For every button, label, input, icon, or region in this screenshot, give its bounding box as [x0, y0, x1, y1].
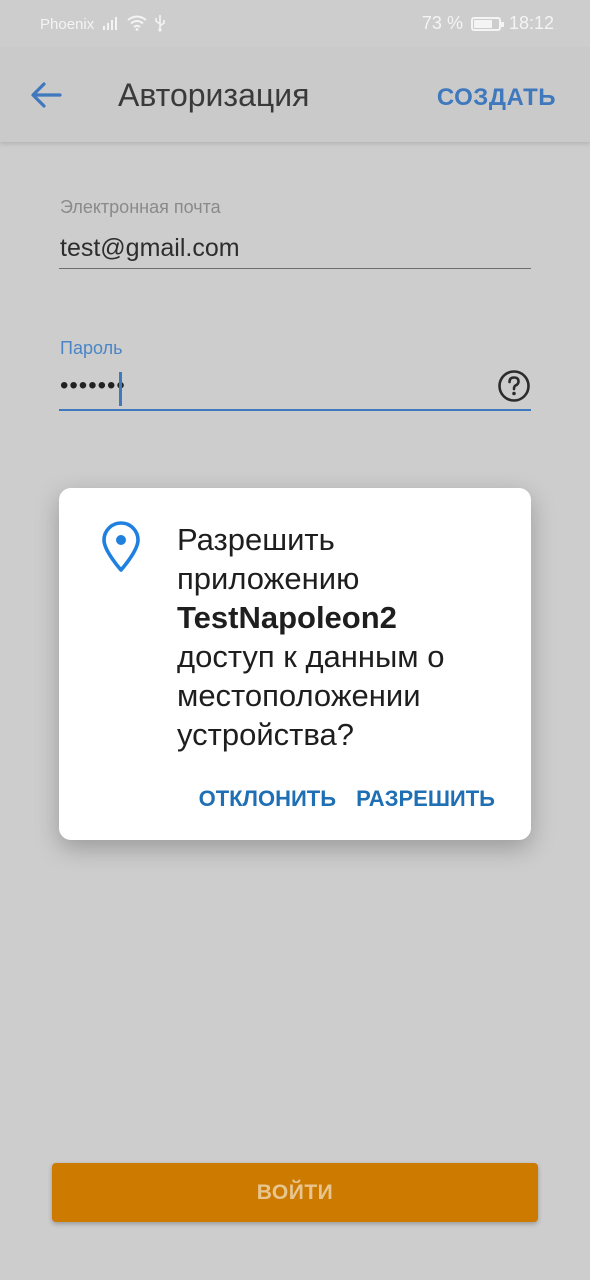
email-field-label: Электронная почта — [60, 197, 221, 217]
status-bar: Phoenix 73 % 18:12 — [0, 0, 590, 48]
signal-icon — [103, 17, 117, 30]
battery-level-fill — [473, 19, 492, 28]
email-field-underline — [59, 268, 531, 269]
page-title: Авторизация — [118, 77, 310, 113]
status-icons — [102, 14, 166, 32]
create-account-button[interactable]: СОЗДАТЬ — [437, 84, 556, 112]
battery-percent: 73 % — [421, 13, 463, 33]
dialog-actions: ОТКЛОНИТЬ РАЗРЕШИТЬ — [199, 786, 495, 812]
app-bar: Авторизация СОЗДАТЬ — [0, 48, 590, 142]
battery-charging-icon — [470, 16, 504, 31]
location-permission-dialog: Разрешить приложению TestNapoleon2 досту… — [59, 488, 531, 840]
password-field[interactable]: ••••••• — [60, 372, 126, 400]
dialog-message-prefix: Разрешить приложению — [177, 522, 360, 596]
clock: 18:12 — [508, 13, 554, 33]
help-circle-icon[interactable] — [497, 369, 531, 403]
wifi-icon — [127, 15, 147, 31]
password-field-underline — [59, 409, 531, 411]
email-field[interactable]: test@gmail.com — [60, 234, 240, 263]
status-right: 73 % 18:12 — [422, 13, 554, 34]
login-button[interactable]: ВОЙТИ — [52, 1163, 538, 1222]
dialog-message-suffix: доступ к данным о местоположении устройс… — [177, 639, 445, 752]
text-caret — [119, 372, 122, 406]
location-pin-icon — [102, 521, 140, 572]
usb-icon — [155, 15, 165, 32]
arrow-left-icon[interactable] — [28, 78, 64, 112]
carrier-name: Phoenix — [40, 16, 95, 33]
deny-button[interactable]: ОТКЛОНИТЬ — [199, 786, 336, 812]
dialog-message: Разрешить приложению TestNapoleon2 досту… — [177, 520, 497, 754]
dialog-app-name: TestNapoleon2 — [177, 600, 397, 635]
password-field-label: Пароль — [60, 338, 123, 358]
allow-button[interactable]: РАЗРЕШИТЬ — [356, 786, 495, 812]
